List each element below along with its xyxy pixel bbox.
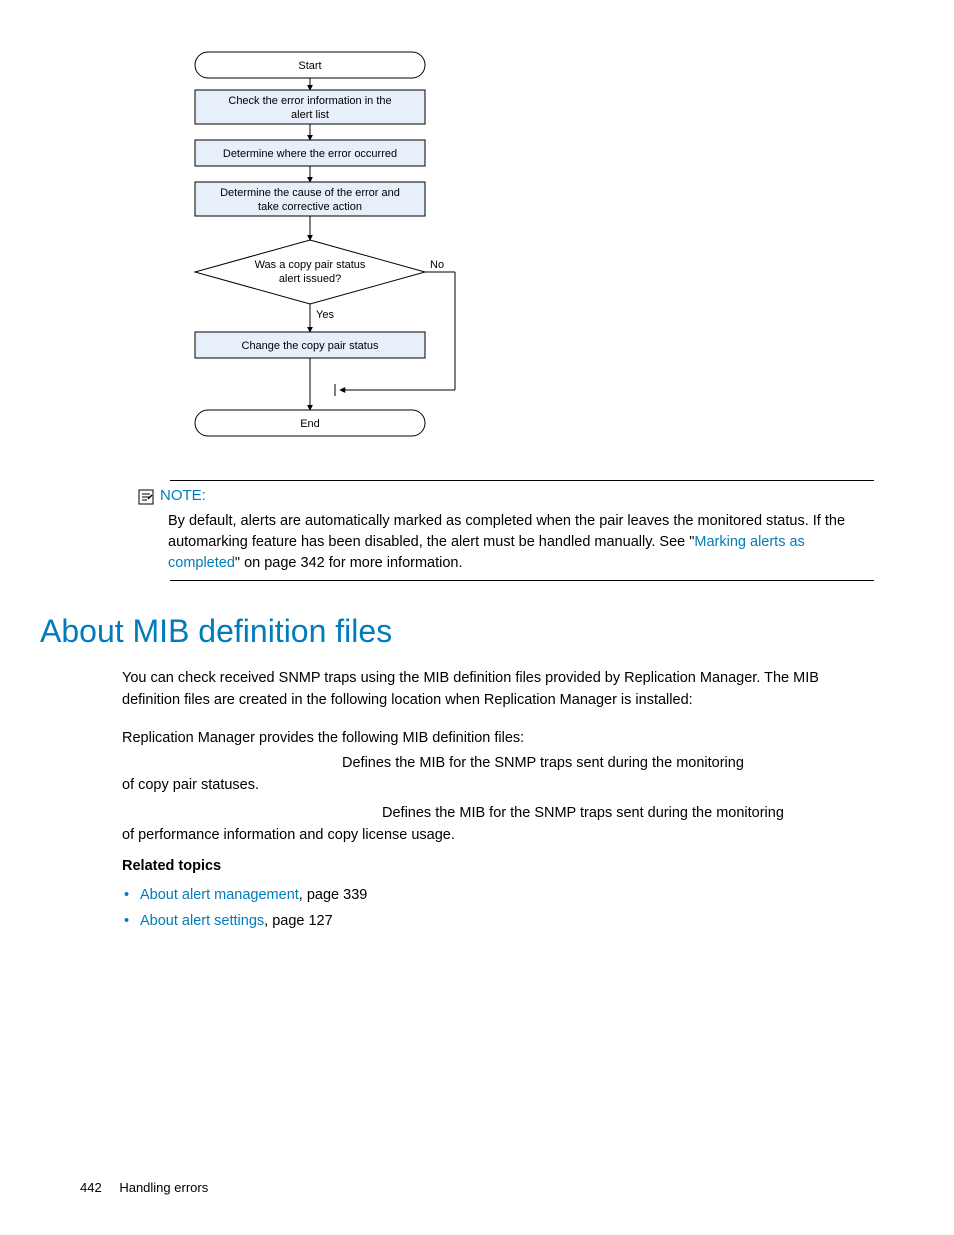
svg-text:take corrective action: take corrective action	[258, 201, 362, 213]
related-item: About alert settings, page 127	[122, 908, 874, 934]
note-icon	[138, 489, 154, 505]
svg-text:Determine where the error occu: Determine where the error occurred	[223, 148, 397, 160]
svg-text:alert list: alert list	[291, 109, 329, 121]
mib-def-2-lead: Defines the MIB for the SNMP traps sent …	[382, 803, 784, 825]
note-body: By default, alerts are automatically mar…	[168, 511, 874, 574]
document-page: .box{fill:#e6effa;stroke:#000;stroke-wid…	[0, 0, 954, 1235]
mib-file-2: Defines the MIB for the SNMP traps sent …	[122, 803, 874, 847]
note-rule-bottom	[170, 580, 874, 581]
related-item: About alert management, page 339	[122, 882, 874, 908]
svg-text:Change the copy pair status: Change the copy pair status	[242, 340, 379, 352]
svg-text:No: No	[430, 259, 444, 271]
svg-text:Yes: Yes	[316, 309, 334, 321]
section-heading: About MIB definition files	[40, 613, 874, 650]
section-p1: You can check received SNMP traps using …	[122, 668, 874, 712]
note-label: NOTE:	[160, 487, 206, 504]
svg-text:Was a copy pair status: Was a copy pair status	[255, 259, 366, 271]
note-text-post: " on page 342 for more information.	[235, 555, 463, 571]
mib-def-2-tail: of performance information and copy lice…	[122, 827, 455, 843]
mib-def-1-tail: of copy pair statuses.	[122, 777, 259, 793]
related-topics-list: About alert management, page 339 About a…	[122, 882, 874, 934]
svg-text:Determine the cause of the err: Determine the cause of the error and	[220, 187, 400, 199]
note-rule-top	[170, 480, 874, 481]
mib-file-1: Defines the MIB for the SNMP traps sent …	[122, 753, 874, 797]
footer-title: Handling errors	[119, 1180, 208, 1195]
related-item-suffix: , page 339	[299, 887, 368, 903]
svg-text:End: End	[300, 418, 320, 430]
related-topics-heading: Related topics	[122, 858, 874, 874]
flow-start: Start	[298, 60, 321, 72]
flowchart-diagram: .box{fill:#e6effa;stroke:#000;stroke-wid…	[180, 50, 480, 450]
note-block: NOTE: By default, alerts are automatical…	[110, 480, 874, 581]
link-about-alert-settings[interactable]: About alert settings	[140, 913, 264, 929]
svg-text:alert issued?: alert issued?	[279, 273, 341, 285]
page-footer: 442 Handling errors	[80, 1180, 208, 1195]
svg-text:Check the error information in: Check the error information in the	[228, 95, 391, 107]
link-about-alert-management[interactable]: About alert management	[140, 887, 299, 903]
related-item-suffix: , page 127	[264, 913, 333, 929]
page-number: 442	[80, 1180, 102, 1195]
mib-def-1-lead: Defines the MIB for the SNMP traps sent …	[342, 753, 744, 775]
section-p2: Replication Manager provides the followi…	[122, 728, 874, 750]
